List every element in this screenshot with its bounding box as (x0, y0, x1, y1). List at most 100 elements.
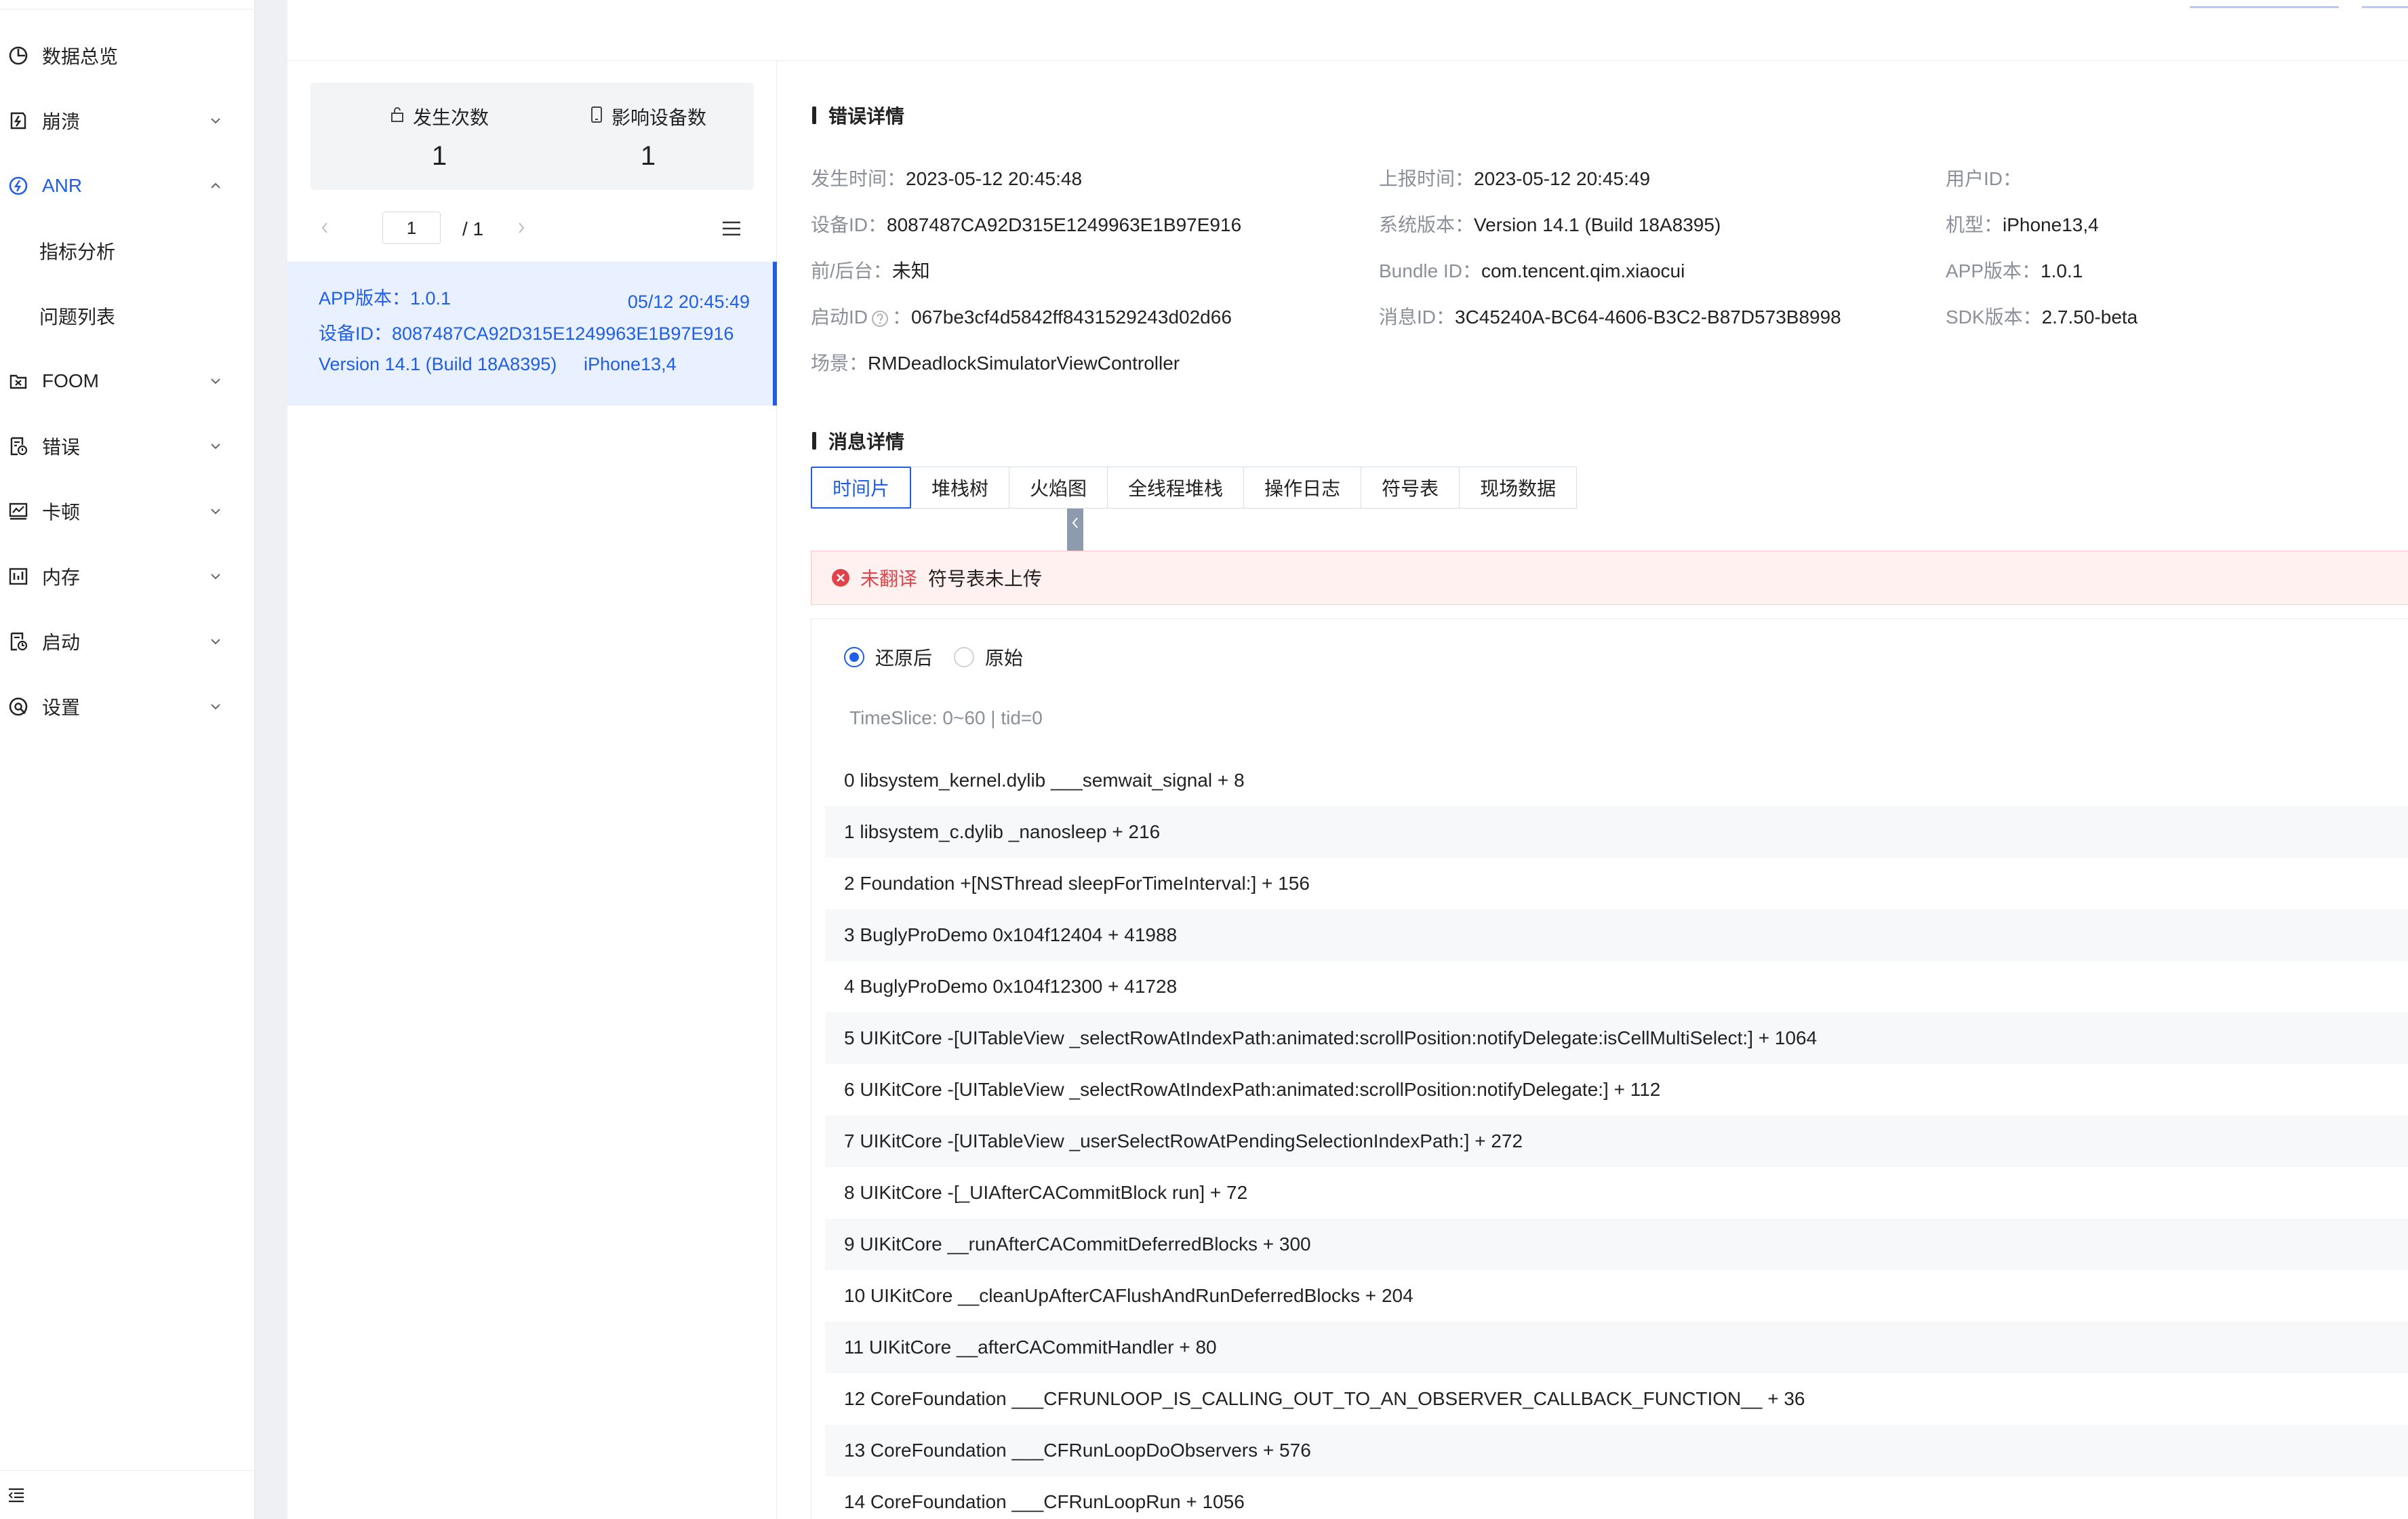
tab-all-threads[interactable]: 全线程堆栈 (1108, 467, 1245, 509)
memory-icon (7, 565, 30, 588)
main-content: 发生次数 1 影响设备数 1 / 1 (287, 0, 2408, 1519)
tab-stack-tree[interactable]: 堆栈树 (911, 467, 1010, 509)
sidebar-item-label: 数据总览 (42, 46, 119, 67)
next-page-icon[interactable] (511, 216, 531, 240)
chevron-down-icon (207, 503, 224, 519)
field-model: 机型：iPhone13,4 (1946, 214, 2099, 235)
chevron-down-icon (207, 113, 224, 129)
sidebar-item-memory[interactable]: 内存 (0, 549, 255, 604)
sidebar-item-foom[interactable]: FOOM (0, 354, 255, 408)
sidebar-item-settings[interactable]: 设置 (0, 679, 255, 734)
toolbar-button-edge[interactable] (2362, 0, 2408, 8)
stack-frame-row: 8 UIKitCore -[_UIAfterCACommitBlock run]… (844, 1182, 1248, 1203)
sidebar-item-label: 错误 (42, 437, 81, 458)
stack-frame-row: 6 UIKitCore -[UITableView _selectRowAtIn… (844, 1079, 1661, 1100)
list-item-device-id: 设备ID：8087487CA92D315E1249963E1B97E916 (319, 323, 734, 344)
sidebar-item-label: 内存 (42, 567, 81, 588)
sidebar-item-label: FOOM (42, 370, 99, 391)
layout-gap (255, 0, 287, 1519)
stack-frame-row: 12 CoreFoundation ___CFRUNLOOP_IS_CALLIN… (844, 1388, 1805, 1409)
radio-original[interactable] (954, 647, 975, 667)
lag-chart-icon (7, 500, 30, 523)
stat-value: 1 (640, 141, 656, 171)
stack-frame-row: 3 BuglyProDemo 0x104f12404 + 41988 (825, 909, 2408, 961)
foom-icon (7, 370, 30, 393)
field-launch-id: 启动ID ：067be3cf4d5842ff8431529243d02d66 (811, 307, 1232, 328)
tab-flame-graph[interactable]: 火焰图 (1009, 467, 1108, 509)
sidebar-item-anr[interactable]: ANR (0, 159, 255, 213)
stack-frame-row: 7 UIKitCore -[UITableView _userSelectRow… (825, 1116, 2408, 1167)
sidebar-top-divider (0, 0, 255, 9)
symbol-alert: 未翻译 符号表未上传 (811, 551, 2408, 605)
collapse-menu-icon[interactable] (7, 1486, 26, 1505)
launch-icon (7, 630, 30, 653)
sidebar-subitem-metrics[interactable]: 指标分析 (0, 224, 255, 278)
sidebar-item-lag[interactable]: 卡顿 (0, 484, 255, 538)
sidebar-item-crash[interactable]: 崩溃 (0, 94, 255, 148)
sidebar-subitem-label: 问题列表 (39, 307, 116, 328)
list-item-system-version: Version 14.1 (Build 18A8395) (319, 354, 557, 374)
radio-label: 原始 (985, 648, 1024, 669)
chevron-down-icon (207, 568, 224, 585)
field-foreground: 前/后台：未知 (811, 260, 930, 281)
chevron-down-icon (207, 438, 224, 454)
prev-page-icon[interactable] (315, 216, 335, 240)
stack-frame-row: 0 libsystem_kernel.dylib ___semwait_sign… (844, 770, 1245, 791)
sidebar-item-label: 崩溃 (42, 111, 81, 132)
list-item[interactable]: APP版本：1.0.1 05/12 20:45:49 设备ID：8087487C… (287, 262, 777, 406)
sidebar-footer (0, 1470, 255, 1519)
field-bundle-id: Bundle ID：com.tencent.qim.xiaocui (1379, 260, 1685, 281)
error-details-title: 错误详情 (812, 102, 904, 129)
radio-label: 还原后 (875, 648, 933, 669)
stack-frame-row: 11 UIKitCore __afterCACommitHandler + 80 (825, 1322, 2408, 1373)
settings-icon (7, 695, 30, 718)
tab-symbol-table[interactable]: 符号表 (1361, 467, 1460, 509)
pie-chart-icon (7, 44, 30, 67)
sidebar-subitem-issue-list[interactable]: 问题列表 (0, 289, 255, 343)
stack-frame-row: 5 UIKitCore -[UITableView _selectRowAtIn… (825, 1012, 2408, 1064)
field-app-version: APP版本：1.0.1 (1946, 260, 2083, 281)
tab-scene-data[interactable]: 现场数据 (1460, 467, 1578, 509)
toolbar-button-edge[interactable] (2190, 0, 2339, 8)
list-menu-icon[interactable] (720, 217, 743, 240)
stack-frame-row: 2 Foundation +[NSThread sleepForTimeInte… (844, 873, 1310, 894)
stack-frame-row: 4 BuglyProDemo 0x104f12300 + 41728 (844, 976, 1178, 997)
field-report-time: 上报时间：2023-05-12 20:45:49 (1379, 168, 1651, 189)
stack-frame-row: 14 CoreFoundation ___CFRunLoopRun + 1056 (844, 1491, 1245, 1512)
tab-timeslice[interactable]: 时间片 (811, 467, 912, 509)
pagination: / 1 (315, 209, 755, 247)
symbol-mode-radio-group: 还原后 原始 (844, 644, 1045, 671)
radio-restored[interactable] (844, 647, 864, 667)
sidebar-item-label: 启动 (42, 632, 81, 653)
timeslice-info: TimeSlice: 0~60 | tid=0 (849, 707, 1043, 728)
field-message-id: 消息ID：3C45240A-BC64-4606-B3C2-B87D573B899… (1379, 307, 1841, 328)
chevron-down-icon (207, 373, 224, 389)
list-item-model: iPhone13,4 (584, 354, 677, 374)
help-icon[interactable] (870, 309, 889, 328)
alert-tag: 未翻译 (860, 568, 918, 589)
field-occur-time: 发生时间：2023-05-12 20:45:48 (811, 168, 1083, 189)
sidebar-item-error[interactable]: 错误 (0, 419, 255, 473)
stack-frame-row: 9 UIKitCore __runAfterCACommitDeferredBl… (825, 1219, 2408, 1270)
error-doc-icon (7, 435, 30, 458)
tab-operation-log[interactable]: 操作日志 (1244, 467, 1362, 509)
stat-value: 1 (431, 141, 447, 171)
stat-affected-devices: 影响设备数 1 (560, 103, 736, 172)
sidebar-item-launch[interactable]: 启动 (0, 614, 255, 669)
stats-summary: 发生次数 1 影响设备数 1 (310, 83, 754, 190)
chevron-up-icon (207, 178, 224, 194)
sidebar-item-label: 设置 (42, 697, 81, 718)
stat-occurrences: 发生次数 1 (351, 103, 527, 172)
error-circle-icon (830, 568, 851, 588)
stack-frames: 0 libsystem_kernel.dylib ___semwait_sign… (825, 755, 2408, 1519)
stack-panel: 还原后 原始 TimeSlice: 0~60 | tid=0 0 libsyst… (811, 618, 2408, 1519)
page-number-input[interactable] (382, 212, 441, 244)
crash-icon (7, 109, 30, 132)
issue-list-panel: 发生次数 1 影响设备数 1 / 1 (287, 61, 777, 1519)
anr-icon (7, 174, 30, 197)
sidebar-item-overview[interactable]: 数据总览 (0, 28, 255, 83)
field-device-id: 设备ID：8087487CA92D315E1249963E1B97E916 (811, 214, 1242, 235)
sidebar-item-label: 卡顿 (42, 502, 81, 523)
stack-frame-row: 13 CoreFoundation ___CFRunLoopDoObserver… (825, 1425, 2408, 1476)
field-user-id: 用户ID： (1946, 168, 2022, 189)
